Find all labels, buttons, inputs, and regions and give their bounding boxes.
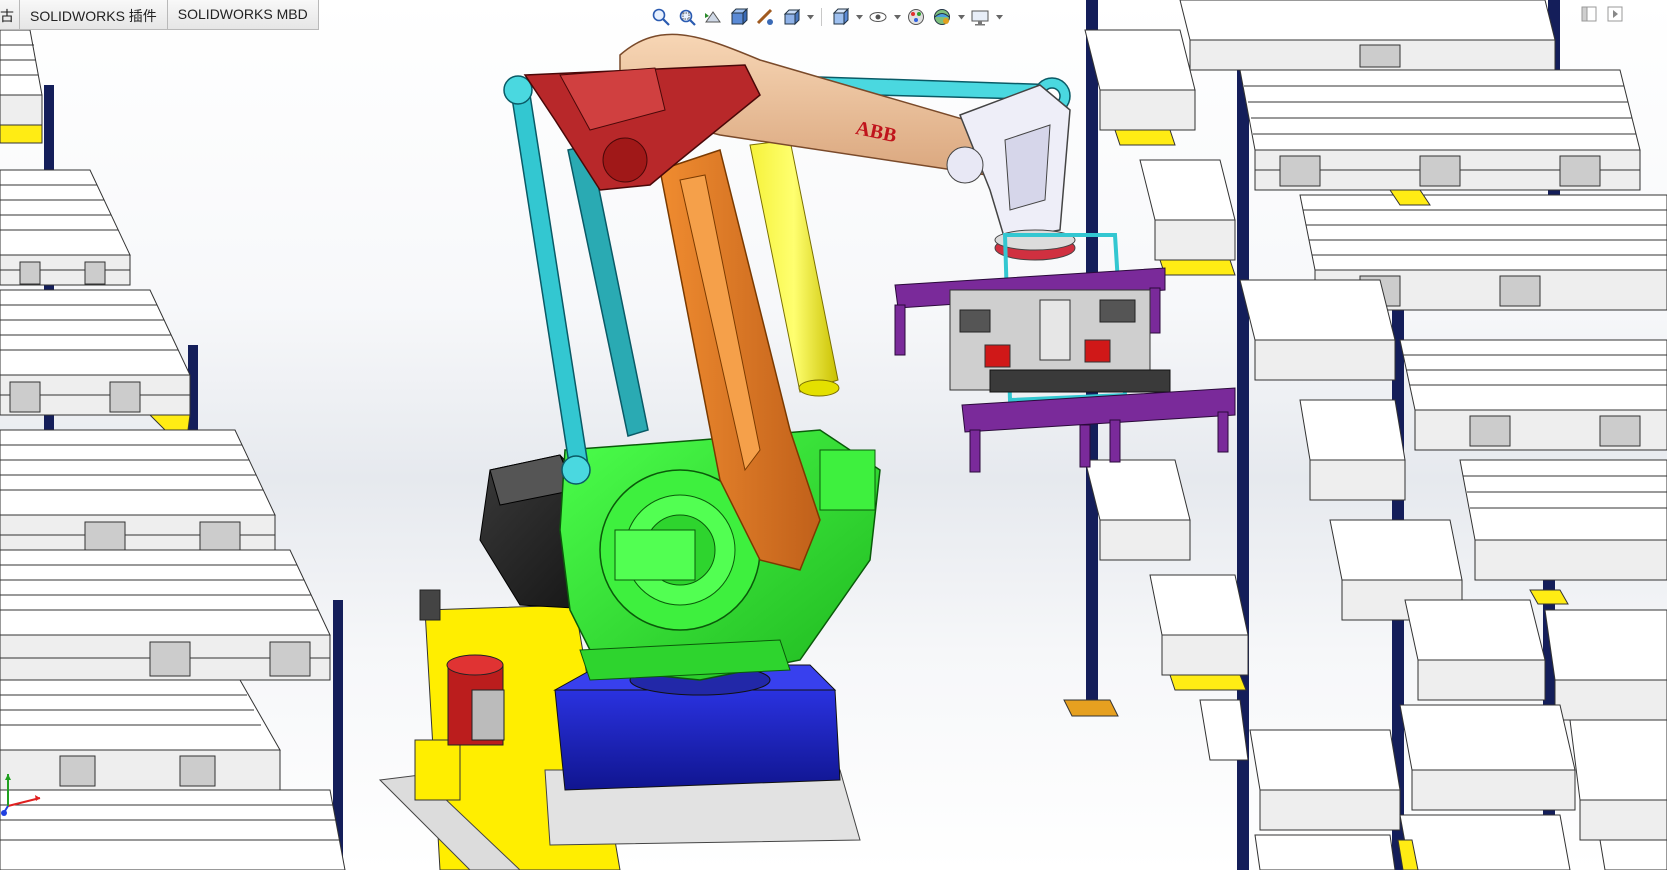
- assembly-3d-scene[interactable]: ABB: [0, 0, 1667, 870]
- rack-foot-plate: [1063, 699, 1119, 717]
- graphics-viewport[interactable]: ABB 古 SOLIDWORKS 插件 SOLIDWORKS MBD: [0, 0, 1667, 870]
- display-style-icon[interactable]: [829, 6, 851, 28]
- section-view-icon[interactable]: [728, 6, 750, 28]
- yellow-controller-box: [414, 739, 461, 801]
- toolbar-separator: [821, 8, 822, 26]
- tile-left-icon[interactable]: [1581, 6, 1597, 22]
- chevron-down-icon[interactable]: [806, 6, 814, 28]
- edit-appearance-icon[interactable]: [905, 6, 927, 28]
- chevron-down-icon[interactable]: [995, 6, 1003, 28]
- tab-solidworks-mbd[interactable]: SOLIDWORKS MBD: [167, 0, 319, 29]
- chevron-down-icon[interactable]: [957, 6, 965, 28]
- tab-partial[interactable]: 古: [0, 0, 20, 29]
- apply-scene-icon[interactable]: [931, 6, 953, 28]
- command-manager-tabs: 古 SOLIDWORKS 插件 SOLIDWORKS MBD: [0, 0, 319, 30]
- robot-base-blue[interactable]: [554, 689, 841, 791]
- red-motor: [446, 654, 505, 746]
- zoom-to-fit-icon[interactable]: [650, 6, 672, 28]
- chevron-down-icon[interactable]: [893, 6, 901, 28]
- zoom-to-area-icon[interactable]: [676, 6, 698, 28]
- hide-show-items-icon[interactable]: [867, 6, 889, 28]
- heads-up-view-toolbar: [650, 4, 1003, 30]
- view-orientation-icon[interactable]: [780, 6, 802, 28]
- reference-triad: [1, 774, 41, 816]
- tile-right-icon[interactable]: [1607, 6, 1623, 22]
- right-pallet-rack[interactable]: [1063, 0, 1667, 870]
- dynamic-annotation-views-icon[interactable]: [754, 6, 776, 28]
- previous-view-icon[interactable]: [702, 6, 724, 28]
- view-settings-icon[interactable]: [969, 6, 991, 28]
- chevron-down-icon[interactable]: [855, 6, 863, 28]
- pallet-stack-right: [1084, 0, 1667, 870]
- tab-solidworks-addins[interactable]: SOLIDWORKS 插件: [20, 0, 168, 29]
- left-pallet-rack[interactable]: [0, 29, 346, 870]
- window-controls: [1581, 6, 1623, 22]
